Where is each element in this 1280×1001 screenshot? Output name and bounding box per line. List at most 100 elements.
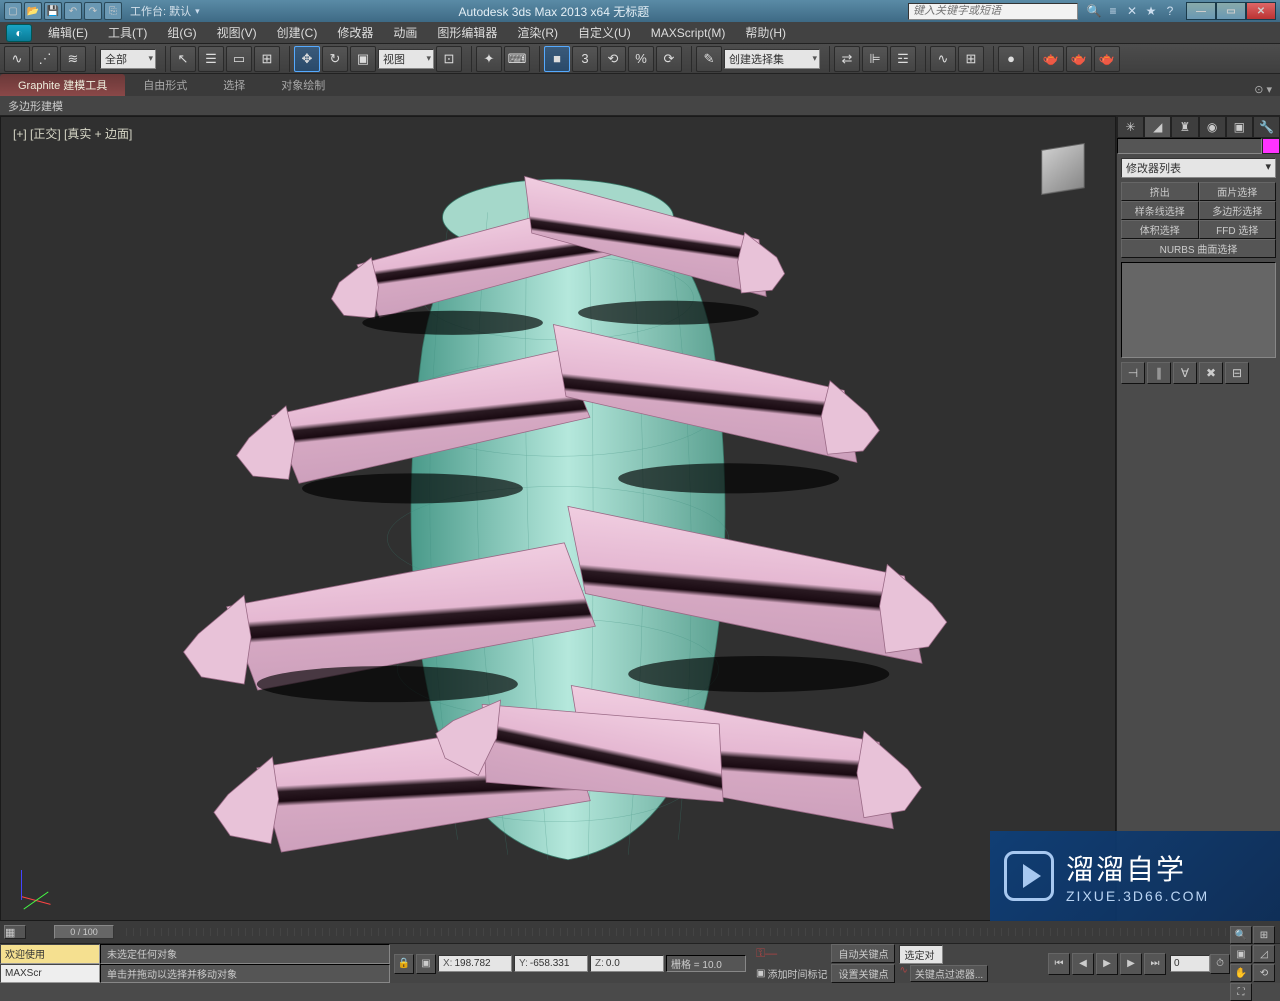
application-button[interactable]: ◐ <box>6 24 32 42</box>
layers-icon[interactable]: ☲ <box>890 46 916 72</box>
current-frame-field[interactable]: 0 <box>1170 955 1210 972</box>
time-slider[interactable]: ▦ 0 / 100 <box>0 921 1280 943</box>
menu-group[interactable]: 组(G) <box>157 22 206 44</box>
object-name-field[interactable] <box>1117 138 1262 154</box>
maxscript-listener[interactable]: MAXScr <box>0 964 100 984</box>
object-color-swatch[interactable] <box>1262 138 1280 154</box>
ribbon-panel-label[interactable]: 多边形建模 <box>0 96 1280 116</box>
add-time-tag[interactable]: 添加时间标记 <box>767 966 827 981</box>
named-selset-edit-icon[interactable]: ✎ <box>696 46 722 72</box>
zoom-all-icon[interactable]: ⊞ <box>1253 926 1275 944</box>
make-unique-icon[interactable]: ∀ <box>1173 362 1197 384</box>
menu-create[interactable]: 创建(C) <box>267 22 328 44</box>
ribbon-tab-graphite[interactable]: Graphite 建模工具 <box>0 74 125 96</box>
manipulate-icon[interactable]: ✦ <box>476 46 502 72</box>
render-setup-icon[interactable]: 🫖 <box>1038 46 1064 72</box>
qat-link-icon[interactable]: ⎘ <box>104 2 122 20</box>
ribbon-tab-freeform[interactable]: 自由形式 <box>125 74 205 96</box>
select-rect-icon[interactable]: ▭ <box>226 46 252 72</box>
maximize-viewport-icon[interactable]: ⛶ <box>1230 983 1252 1001</box>
render-icon[interactable]: 🫖 <box>1094 46 1120 72</box>
time-slider-track[interactable] <box>120 928 1274 936</box>
mirror-icon[interactable]: ⇄ <box>834 46 860 72</box>
move-icon[interactable]: ✥ <box>294 46 320 72</box>
material-editor-icon[interactable]: ● <box>998 46 1024 72</box>
goto-start-icon[interactable]: ⏮ <box>1048 953 1070 975</box>
ribbon-tab-selection[interactable]: 选择 <box>205 74 263 96</box>
ribbon-tab-paint[interactable]: 对象绘制 <box>263 74 343 96</box>
btn-spline-select[interactable]: 样条线选择 <box>1121 201 1199 220</box>
zoom-icon[interactable]: 🔍 <box>1230 926 1252 944</box>
qat-redo-icon[interactable]: ↷ <box>84 2 102 20</box>
goto-end-icon[interactable]: ⏭ <box>1144 953 1166 975</box>
workspace-selector[interactable]: 工作台: 默认 <box>130 3 191 19</box>
help-icon[interactable]: ? <box>1162 3 1178 19</box>
pin-stack-icon[interactable]: ⊣ <box>1121 362 1145 384</box>
modifier-stack[interactable] <box>1121 262 1276 358</box>
keyboard-shortcut-icon[interactable]: ⌨ <box>504 46 530 72</box>
menu-graph[interactable]: 图形编辑器 <box>427 22 507 44</box>
help-search-input[interactable] <box>908 3 1078 20</box>
menu-modifiers[interactable]: 修改器 <box>327 22 383 44</box>
btn-poly-select[interactable]: 多边形选择 <box>1199 201 1277 220</box>
lock-selection-icon[interactable]: 🔒 <box>394 954 414 974</box>
viewport-label[interactable]: [+] [正交] [真实 + 边面] <box>13 125 132 142</box>
display-tab-icon[interactable]: ▣ <box>1226 116 1253 138</box>
timeline-handle-icon[interactable]: ▦ <box>4 925 26 939</box>
scale-icon[interactable]: ▣ <box>350 46 376 72</box>
qat-new-icon[interactable]: ▢ <box>4 2 22 20</box>
btn-ffd-select[interactable]: FFD 选择 <box>1199 220 1277 239</box>
curve-editor-icon[interactable]: ∿ <box>930 46 956 72</box>
hierarchy-tab-icon[interactable]: ♜ <box>1171 116 1198 138</box>
btn-extrude[interactable]: 挤出 <box>1121 182 1199 201</box>
select-icon[interactable]: ↖ <box>170 46 196 72</box>
refcoord-dropdown[interactable]: 视图 <box>378 49 434 69</box>
btn-vol-select[interactable]: 体积选择 <box>1121 220 1199 239</box>
autokey-button[interactable]: 自动关键点 <box>831 944 895 963</box>
next-frame-icon[interactable]: ▶ <box>1120 953 1142 975</box>
coord-y[interactable]: Y:-658.331 <box>514 955 588 972</box>
orbit-icon[interactable]: ⟲ <box>1253 964 1275 982</box>
utilities-tab-icon[interactable]: 🔧 <box>1253 116 1280 138</box>
menu-maxscript[interactable]: MAXScript(M) <box>641 22 736 44</box>
create-tab-icon[interactable]: ✳ <box>1117 116 1144 138</box>
pivot-icon[interactable]: ⊡ <box>436 46 462 72</box>
remove-mod-icon[interactable]: ✖ <box>1199 362 1223 384</box>
chevron-down-icon[interactable]: ▾ <box>195 6 200 17</box>
ribbon-collapse-icon[interactable]: ⊙ ▾ <box>1246 83 1280 96</box>
prev-frame-icon[interactable]: ◀ <box>1072 953 1094 975</box>
fov-icon[interactable]: ◿ <box>1253 945 1275 963</box>
motion-tab-icon[interactable]: ◉ <box>1199 116 1226 138</box>
align-icon[interactable]: ⊫ <box>862 46 888 72</box>
menu-custom[interactable]: 自定义(U) <box>568 22 641 44</box>
snap-2d-icon[interactable]: ■ <box>544 46 570 72</box>
zoom-extents-icon[interactable]: ▣ <box>1230 945 1252 963</box>
show-end-icon[interactable]: ∥ <box>1147 362 1171 384</box>
search-icon[interactable]: 🔍 <box>1086 3 1102 19</box>
window-crossing-icon[interactable]: ⊞ <box>254 46 280 72</box>
bind-icon[interactable]: ≋ <box>60 46 86 72</box>
play-icon[interactable]: ▶ <box>1096 953 1118 975</box>
setkey-icon[interactable]: ∿ <box>899 965 907 982</box>
unlink-icon[interactable]: ⋰ <box>32 46 58 72</box>
maximize-button[interactable]: ▭ <box>1216 2 1246 20</box>
select-name-icon[interactable]: ☰ <box>198 46 224 72</box>
link-icon[interactable]: ∿ <box>4 46 30 72</box>
signin-icon[interactable]: ≡ <box>1105 3 1121 19</box>
timeline-tag-icon[interactable]: ▣ <box>756 968 765 979</box>
btn-patch-select[interactable]: 面片选择 <box>1199 182 1277 201</box>
snap-angle-icon[interactable]: ⟲ <box>600 46 626 72</box>
modify-tab-icon[interactable]: ◢ <box>1144 116 1171 138</box>
rotate-icon[interactable]: ↻ <box>322 46 348 72</box>
coord-z[interactable]: Z:0.0 <box>590 955 664 972</box>
setkey-button[interactable]: 设置关键点 <box>831 964 895 983</box>
menu-help[interactable]: 帮助(H) <box>735 22 796 44</box>
qat-undo-icon[interactable]: ↶ <box>64 2 82 20</box>
btn-nurbs-select[interactable]: NURBS 曲面选择 <box>1121 239 1276 258</box>
time-slider-thumb[interactable]: 0 / 100 <box>54 925 114 939</box>
modifier-list-dropdown[interactable]: 修改器列表▾ <box>1121 158 1276 178</box>
favorite-icon[interactable]: ★ <box>1143 3 1159 19</box>
spinner-snap-icon[interactable]: ⟳ <box>656 46 682 72</box>
selection-filter-dropdown[interactable]: 全部 <box>100 49 156 69</box>
isolate-icon[interactable]: ▣ <box>416 954 436 974</box>
